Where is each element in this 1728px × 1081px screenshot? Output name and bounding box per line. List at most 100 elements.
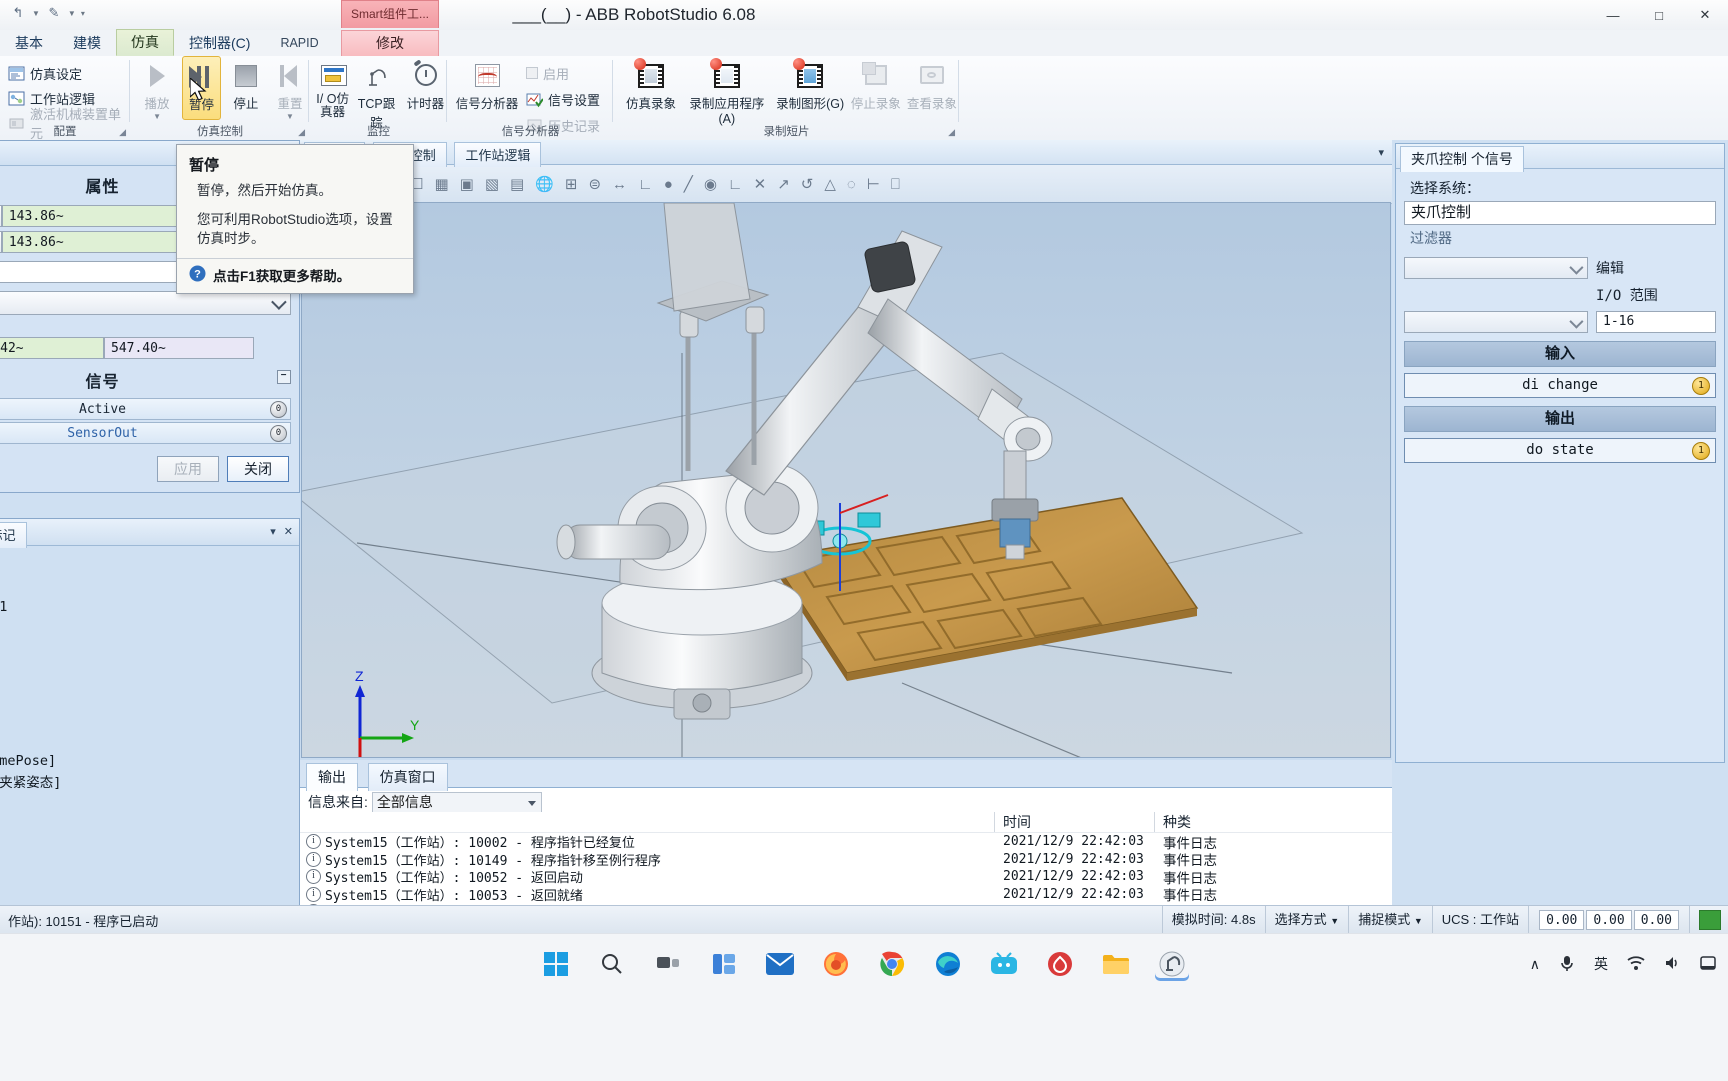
tcp-trace-button[interactable]: TCP跟踪 [353, 56, 400, 131]
tab-output[interactable]: 输出 [306, 763, 358, 791]
view-record-button[interactable]: 查看录象 [905, 56, 959, 126]
snap-corner-icon[interactable]: ∟ [728, 176, 743, 193]
freehand-rotate-icon[interactable]: ↺ [801, 175, 814, 193]
select-mode-cell[interactable]: 选择方式 ▼ [1264, 906, 1349, 934]
filter-source-select[interactable]: 全部信息 [371, 792, 542, 813]
tray-chevron-icon[interactable]: ∧ [1530, 956, 1540, 973]
close-tree-icon[interactable]: ✕ [284, 525, 293, 538]
io-simulator-button[interactable]: I/ O仿真器 [316, 56, 349, 131]
mail-icon[interactable] [763, 947, 797, 981]
coordinate-value-y[interactable]: 547.40~ [104, 337, 254, 359]
maximize-button[interactable]: □ [1636, 0, 1682, 30]
freehand-multi-icon[interactable]: ◌ [847, 176, 856, 193]
freehand-jog-icon[interactable]: △ [824, 175, 836, 193]
firefox-icon[interactable] [819, 947, 853, 981]
tree-node[interactable]: eMover_2 [夹紧姿态] [0, 772, 299, 794]
record-clip-dialog-launcher[interactable]: ◢ [948, 127, 955, 138]
tab-markers[interactable]: 标记 [0, 522, 27, 548]
distribute-tool-icon[interactable]: ⊜ [588, 175, 601, 193]
coordinate-value-x[interactable]: -371.42~ [0, 337, 104, 359]
log-column-time[interactable]: 时间 [995, 812, 1155, 832]
tree-node[interactable]: 0_5_144__01 [0, 596, 299, 618]
signal-led-active[interactable]: 0 [270, 401, 287, 418]
search-icon[interactable] [595, 947, 629, 981]
grid-tool-icon[interactable]: ▦ [434, 175, 448, 193]
tree-node[interactable]: 0* [0, 552, 299, 574]
stop-button[interactable]: 停止 [227, 56, 265, 120]
coord-x[interactable]: 0.00 [1539, 910, 1585, 930]
robotstudio-icon[interactable] [1155, 947, 1189, 981]
snap-mode-cell[interactable]: 捕捉模式 ▼ [1348, 906, 1432, 934]
snap-circle-icon[interactable]: ◉ [704, 175, 717, 193]
wifi-icon[interactable] [1626, 955, 1646, 974]
tree-node[interactable] [0, 816, 299, 838]
checkbox-icon[interactable] [526, 67, 538, 79]
snap-point-icon[interactable]: ● [664, 176, 673, 193]
enable-checkbox-item[interactable]: 启用 [526, 62, 600, 84]
window-controls[interactable]: — □ ✕ [1590, 0, 1728, 30]
log-row[interactable]: i System15（工作站）: 10149 - 程序指针移至例行程序 2021/… [300, 851, 1392, 869]
align-tool-icon[interactable]: ⊞ [565, 175, 578, 193]
coord-y[interactable]: 0.00 [1586, 910, 1632, 930]
edge-icon[interactable] [931, 947, 965, 981]
bilibili-icon[interactable] [987, 947, 1021, 981]
globe-tool-icon[interactable]: 🌐 [535, 175, 554, 193]
reset-button[interactable]: 重置 ▼ [271, 56, 309, 121]
signal-row-sensorout[interactable]: SensorOut 0 [0, 422, 291, 444]
signal-setup-button[interactable]: 信号设置 [526, 88, 600, 110]
mic-icon[interactable] [1558, 954, 1576, 975]
notification-icon[interactable] [1700, 955, 1716, 974]
tree-node[interactable]: 示教工件 [0, 640, 299, 662]
play-caret-icon[interactable]: ▼ [153, 113, 161, 121]
close-properties-button[interactable]: 关闭 [227, 456, 289, 482]
reset-caret-icon[interactable]: ▼ [286, 113, 294, 121]
simulation-control-dialog-launcher[interactable]: ◢ [298, 127, 305, 138]
ime-indicator[interactable]: 英 [1594, 954, 1608, 974]
tree-node[interactable]: 示教工件 [0, 838, 299, 860]
tree-node[interactable] [0, 574, 299, 596]
pause-button[interactable]: 暂停 [182, 56, 221, 120]
tree-node[interactable] [0, 618, 299, 640]
input-signal-di-change[interactable]: di change 1 [1404, 373, 1716, 398]
fill-tool-icon[interactable]: ▧ [485, 175, 499, 193]
tab-modeling[interactable]: 建模 [58, 30, 116, 56]
sim-setup-button[interactable]: 仿真设定 [8, 62, 130, 84]
log-row[interactable]: i System15（工作站）: 10002 - 程序指针已经复位 2021/12… [300, 833, 1392, 851]
record-application-button[interactable]: 录制应用程序(A) [682, 56, 772, 126]
tab-controller[interactable]: 控制器(C) [174, 30, 265, 56]
tab-basic[interactable]: 基本 [0, 30, 58, 56]
snap-mode-caret-icon[interactable]: ▼ [1414, 916, 1423, 926]
timer-button[interactable]: 计时器 [404, 56, 447, 131]
part-select-combo[interactable]: 件 [0, 291, 291, 315]
edit-label[interactable]: 编辑 [1596, 258, 1716, 278]
widgets-icon[interactable] [707, 947, 741, 981]
chrome-icon[interactable] [875, 947, 909, 981]
output-signal-do-state[interactable]: do state 1 [1404, 438, 1716, 463]
tab-gripper-signals[interactable]: 夹爪控制 个信号 [1400, 146, 1524, 172]
output-signal-led[interactable]: 1 [1692, 442, 1710, 460]
freehand-move-icon[interactable]: ↗ [777, 175, 790, 193]
layer-tool-icon[interactable]: ▣ [460, 175, 474, 193]
snap-line-icon[interactable]: ╱ [684, 175, 693, 193]
play-button[interactable]: 播放 ▼ [138, 56, 176, 121]
log-table[interactable]: 时间 种类 i System15（工作站）: 10002 - 程序指针已经复位 2… [300, 812, 1392, 905]
config-dialog-launcher[interactable]: ◢ [119, 127, 126, 138]
input-signal-led[interactable]: 1 [1692, 377, 1710, 395]
close-button[interactable]: ✕ [1682, 0, 1728, 30]
filter-select-2[interactable] [1404, 311, 1588, 333]
pattern-tool-icon[interactable]: ▤ [510, 175, 524, 193]
volume-icon[interactable] [1664, 955, 1682, 974]
3d-viewport[interactable]: Z Y X [301, 202, 1391, 758]
controller-status-cell[interactable] [1689, 906, 1728, 934]
collapse-icon[interactable]: − [277, 370, 291, 384]
property-value-2a[interactable]: 143.86~ [1, 231, 185, 253]
measure-h-icon[interactable]: ↔ [612, 176, 627, 193]
log-row[interactable]: i System15（工作站）: 10052 - 返回启动 2021/12/9 2… [300, 868, 1392, 886]
select-system-value[interactable]: 夹爪控制 [1404, 201, 1716, 225]
tree-node-selected[interactable]: eSensor [0, 728, 299, 750]
tree-window-controls[interactable]: ▾ ✕ [270, 525, 293, 538]
minimize-button[interactable]: — [1590, 0, 1636, 30]
filter-select-1[interactable] [1404, 257, 1588, 279]
auto-hide-icon[interactable]: ▾ [270, 525, 276, 538]
tree-node[interactable]: 制 [0, 662, 299, 684]
